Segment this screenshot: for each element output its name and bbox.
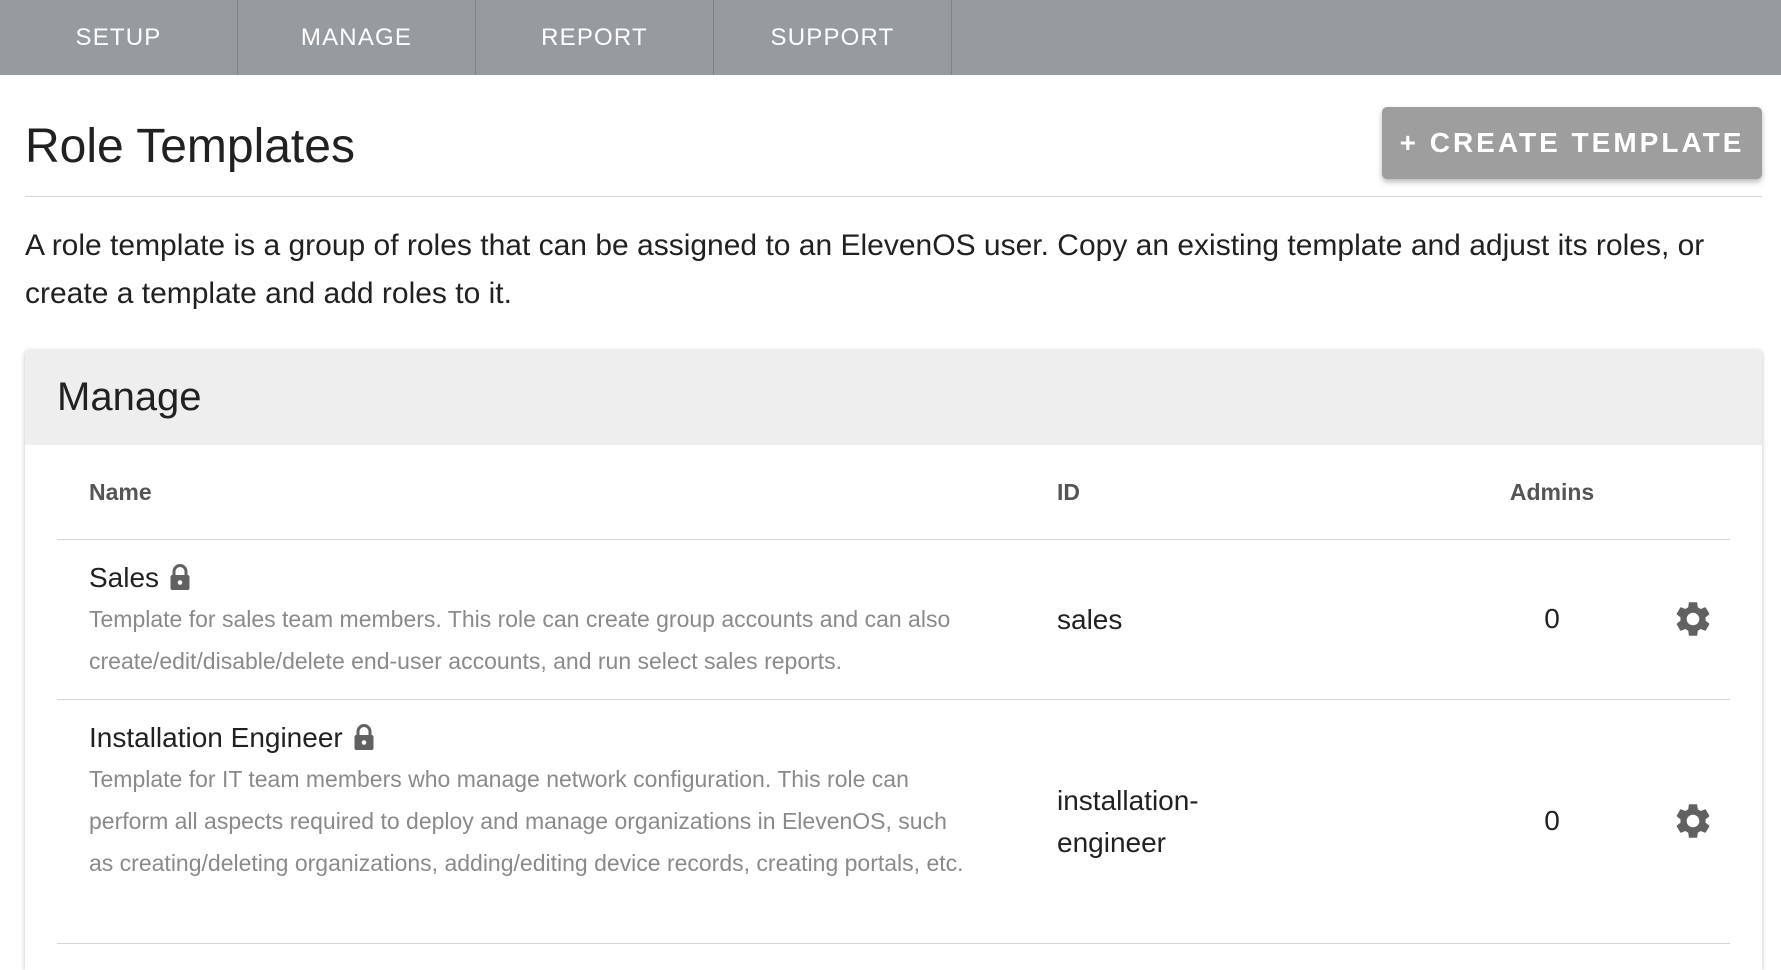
row-name-line: Sales xyxy=(89,560,969,596)
nav-tab-manage[interactable]: MANAGE xyxy=(238,0,476,75)
row-admins-count: 0 xyxy=(1544,805,1560,836)
gear-icon[interactable] xyxy=(1672,800,1714,842)
gear-icon[interactable] xyxy=(1672,598,1714,640)
page-description: A role template is a group of roles that… xyxy=(25,229,1705,310)
row-name-cell: Sales Template for sales team members. T… xyxy=(89,560,969,682)
nav-tab-report[interactable]: REPORT xyxy=(476,0,714,75)
page-title: Role Templates xyxy=(25,120,355,173)
row-id: installation-engineer xyxy=(1057,785,1199,858)
nav-tab-setup[interactable]: SETUP xyxy=(0,0,238,75)
table-header: Name ID Admins xyxy=(57,445,1730,540)
row-id: sales xyxy=(1057,604,1123,635)
row-name-line: Installation Engineer xyxy=(89,720,969,756)
row-name[interactable]: Sales xyxy=(89,562,159,594)
table-row: Sales Template for sales team members. T… xyxy=(57,540,1730,700)
nav-tab-support[interactable]: SUPPORT xyxy=(714,0,952,75)
role-templates-table: Name ID Admins Sales Template for sales … xyxy=(57,445,1730,944)
card-header: Manage xyxy=(25,350,1762,445)
row-description: Template for sales team members. This ro… xyxy=(89,606,951,674)
column-header-admins[interactable]: Admins xyxy=(1457,445,1647,540)
column-header-name[interactable]: Name xyxy=(89,445,152,540)
card-title: Manage xyxy=(57,375,202,419)
table-row: Installation Engineer Template for IT te… xyxy=(57,700,1730,944)
lock-icon xyxy=(354,724,374,750)
top-navigation: SETUP MANAGE REPORT SUPPORT xyxy=(0,0,1781,75)
column-header-id[interactable]: ID xyxy=(1057,445,1080,540)
page-header: Role Templates + CREATE TEMPLATE xyxy=(25,107,1762,197)
manage-card: Manage Name ID Admins Sales Template for… xyxy=(25,350,1762,970)
lock-icon xyxy=(170,564,190,590)
row-name-cell: Installation Engineer Template for IT te… xyxy=(89,720,969,884)
row-description: Template for IT team members who manage … xyxy=(89,766,964,876)
row-admins-count: 0 xyxy=(1544,603,1560,634)
row-name[interactable]: Installation Engineer xyxy=(89,722,343,754)
create-template-button[interactable]: + CREATE TEMPLATE xyxy=(1382,107,1762,179)
